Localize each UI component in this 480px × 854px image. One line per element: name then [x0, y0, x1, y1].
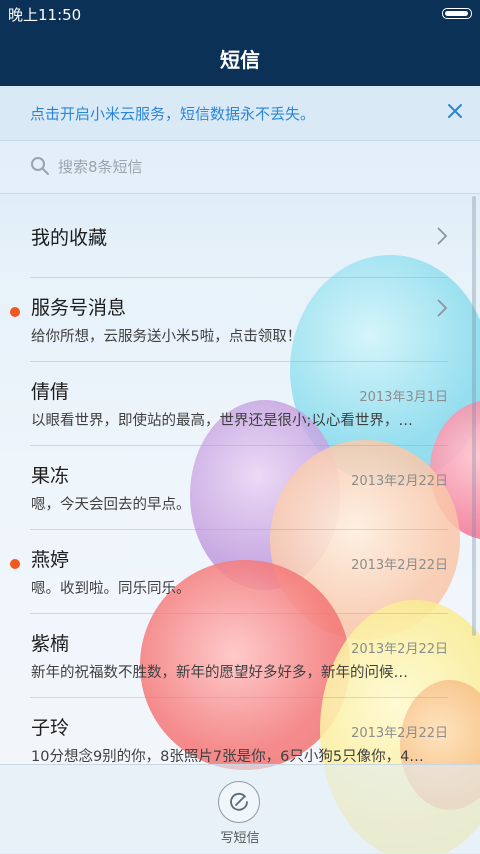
item-name: 倩倩 [31, 381, 70, 403]
item-date: 2013年2月22日 [351, 474, 448, 489]
search-bar[interactable]: 搜索8条短信 [0, 141, 480, 194]
unread-dot [10, 559, 20, 569]
list-item[interactable]: 紫楠 2013年2月22日 新年的祝福数不胜数，新年的愿望好多好多，新年的问候… [0, 614, 480, 698]
battery-level [445, 11, 468, 16]
item-snippet: 嗯。收到啦。同乐同乐。 [31, 581, 191, 597]
bottom-bar: 写短信 [0, 764, 480, 854]
compose-label[interactable]: 写短信 [0, 827, 480, 846]
search-input[interactable]: 搜索8条短信 [58, 156, 143, 177]
list-item-favorites[interactable]: 我的收藏 [0, 194, 480, 278]
item-snippet: 嗯，今天会回去的早点。 [31, 497, 191, 513]
item-snippet: 给你所想，云服务送小米5啦，点击领取！ [31, 329, 302, 345]
item-date: 2013年2月22日 [351, 642, 448, 657]
conversation-list: 我的收藏 服务号消息 给你所想，云服务送小米5啦，点击领取！ 倩倩 2013年3… [0, 194, 480, 765]
item-snippet: 新年的祝福数不胜数，新年的愿望好多好多，新年的问候… [31, 665, 408, 681]
chevron-right-icon [436, 298, 448, 318]
list-item[interactable]: 燕婷 2013年2月22日 嗯。收到啦。同乐同乐。 [0, 530, 480, 614]
item-date: 2013年3月1日 [359, 390, 448, 405]
close-icon[interactable] [444, 100, 466, 122]
item-name: 服务号消息 [31, 297, 127, 319]
list-item-service-messages[interactable]: 服务号消息 给你所想，云服务送小米5啦，点击领取！ [0, 278, 480, 362]
compose-button[interactable] [218, 781, 260, 823]
status-time: 晚上11:50 [8, 6, 82, 24]
item-date: 2013年2月22日 [351, 726, 448, 741]
banner-text[interactable]: 点击开启小米云服务，短信数据永不丢失。 [30, 103, 315, 124]
list-item[interactable]: 果冻 2013年2月22日 嗯，今天会回去的早点。 [0, 446, 480, 530]
page-title: 短信 [220, 48, 260, 72]
item-name: 我的收藏 [31, 227, 108, 249]
status-bar: 晚上11:50 [0, 0, 480, 26]
item-name: 子玲 [31, 717, 70, 739]
item-date: 2013年2月22日 [351, 558, 448, 573]
item-snippet: 以眼看世界，即使站的最高，世界还是很小;以心看世界，… [31, 413, 413, 429]
unread-dot [10, 307, 20, 317]
list-item[interactable]: 倩倩 2013年3月1日 以眼看世界，即使站的最高，世界还是很小;以心看世界，… [0, 362, 480, 446]
item-name: 果冻 [31, 465, 70, 487]
item-name: 燕婷 [31, 549, 70, 571]
chevron-right-icon [436, 226, 448, 246]
compose-icon [230, 792, 248, 811]
search-icon [30, 156, 50, 176]
battery-icon [442, 8, 472, 19]
scrollbar[interactable] [472, 196, 476, 636]
title-bar: 短信 [0, 26, 480, 86]
item-name: 紫楠 [31, 633, 70, 655]
item-snippet: 10分想念9别的你，8张照片7张是你，6只小狗5只像你，4… [31, 749, 424, 765]
cloud-service-banner[interactable]: 点击开启小米云服务，短信数据永不丢失。 [0, 86, 480, 141]
